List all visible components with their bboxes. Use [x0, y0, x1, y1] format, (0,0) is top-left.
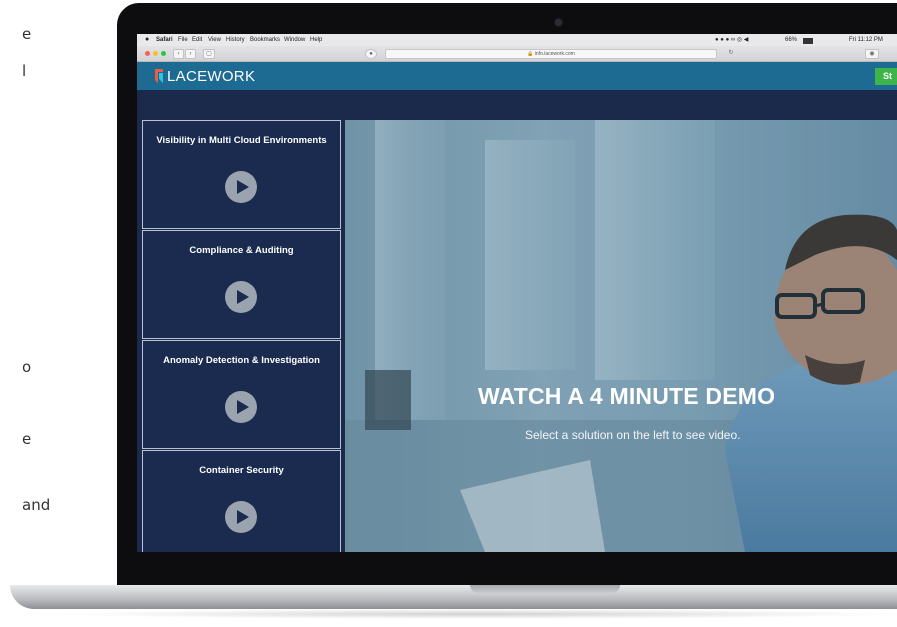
menu-window[interactable]: Window: [284, 34, 305, 46]
menubar: ● Safari File Edit View History Bookmark…: [137, 34, 897, 46]
menu-safari[interactable]: Safari: [156, 34, 173, 46]
menu-file[interactable]: File: [178, 34, 188, 46]
url-text: info.lacework.com: [534, 51, 575, 57]
play-icon[interactable]: [225, 171, 257, 203]
minimize-window-icon[interactable]: [153, 51, 158, 56]
demo-card-container[interactable]: Container Security: [142, 450, 341, 552]
lacework-logo-icon: [155, 69, 163, 83]
lock-icon: 🔒: [527, 51, 534, 57]
url-bar[interactable]: 🔒 info.lacework.com: [385, 49, 717, 59]
menu-history[interactable]: History: [226, 34, 245, 46]
cta-button[interactable]: St: [875, 68, 897, 85]
menu-bookmarks[interactable]: Bookmarks: [250, 34, 280, 46]
play-icon[interactable]: [225, 281, 257, 313]
camera-icon: [555, 19, 562, 26]
apple-icon[interactable]: ●: [145, 34, 149, 46]
page-text-fragment: e: [22, 430, 32, 448]
demo-card-title: Visibility in Multi Cloud Environments: [156, 135, 327, 146]
demo-card-title: Container Security: [199, 465, 284, 476]
zoom-window-icon[interactable]: [161, 51, 166, 56]
extension-icon[interactable]: ◉: [865, 49, 879, 59]
menu-help[interactable]: Help: [310, 34, 322, 46]
clock-text: Fri 11:12 PM: [849, 37, 883, 43]
page-text-fragment: l: [22, 62, 27, 80]
menu-view[interactable]: View: [208, 34, 221, 46]
hero-subtitle: Select a solution on the left to see vid…: [525, 428, 741, 442]
site-logo[interactable]: LACEWORK: [167, 68, 255, 85]
close-window-icon[interactable]: [145, 51, 150, 56]
back-button[interactable]: ‹: [173, 49, 184, 59]
demo-card-compliance[interactable]: Compliance & Auditing: [142, 230, 341, 339]
battery-text: 66%: [785, 37, 798, 43]
browser-toolbar: ‹ › ▢ ● 🔒 info.lacework.com ↻ ◉: [137, 46, 897, 62]
laptop-base: [10, 585, 897, 609]
play-icon[interactable]: [225, 501, 257, 533]
battery-icon: [803, 38, 813, 44]
site-header: LACEWORK St: [137, 62, 897, 90]
page-text-fragment: e: [22, 25, 32, 43]
forward-button[interactable]: ›: [185, 49, 196, 59]
page-text-fragment: o: [22, 358, 32, 376]
laptop-notch: [470, 585, 620, 593]
status-icons: ● ● ● ∞ ◎ ◀: [715, 37, 749, 43]
hero-title: WATCH A 4 MINUTE DEMO: [478, 383, 776, 409]
demo-card-visibility[interactable]: Visibility in Multi Cloud Environments: [142, 120, 341, 229]
laptop-screen: ● Safari File Edit View History Bookmark…: [137, 34, 897, 552]
laptop-shadow: [60, 609, 897, 619]
demo-card-title: Compliance & Auditing: [189, 245, 294, 256]
privacy-icon[interactable]: ●: [365, 49, 377, 59]
sidebar-toggle-icon[interactable]: ▢: [203, 49, 215, 59]
hero-background-image: [345, 120, 897, 552]
page-text-fragment: and: [22, 496, 51, 514]
demo-card-title: Anomaly Detection & Investigation: [163, 355, 320, 366]
reload-icon[interactable]: ↻: [727, 49, 735, 57]
demo-sidebar: Visibility in Multi Cloud Environments C…: [142, 120, 345, 552]
menu-edit[interactable]: Edit: [192, 34, 202, 46]
demo-card-anomaly[interactable]: Anomaly Detection & Investigation: [142, 340, 341, 449]
laptop-bezel: [117, 552, 897, 588]
play-icon[interactable]: [225, 391, 257, 423]
demo-hero: WATCH A 4 MINUTE DEMO Select a solution …: [345, 120, 897, 552]
